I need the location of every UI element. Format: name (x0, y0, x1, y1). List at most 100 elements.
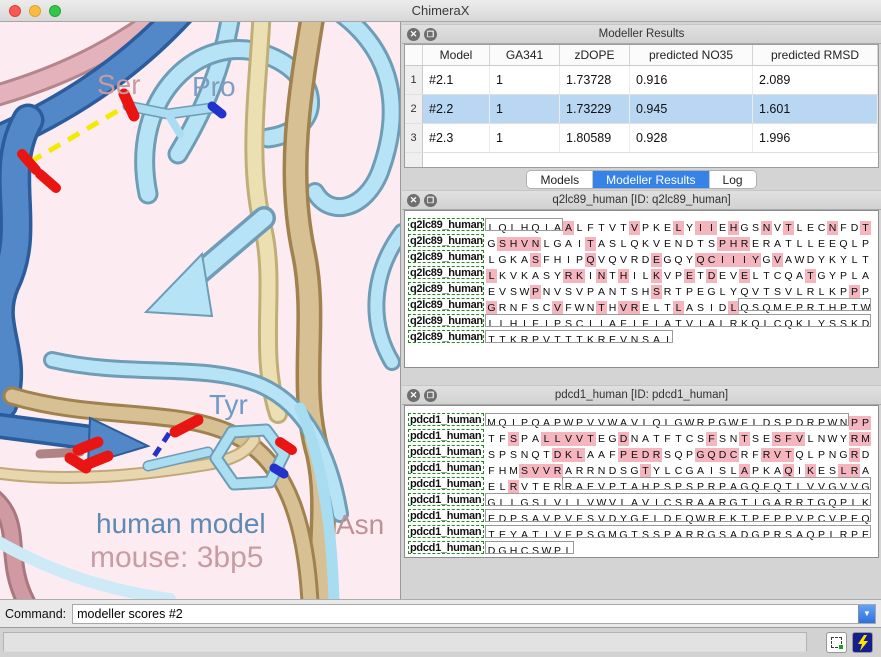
residue-cell[interactable]: V (794, 512, 805, 526)
residue-cell[interactable]: V (585, 496, 596, 510)
residue-cell[interactable]: V (552, 301, 563, 315)
close-icon[interactable]: ✕ (407, 389, 420, 402)
residue-cell[interactable]: R (695, 528, 706, 542)
residue-cell[interactable]: E (816, 237, 827, 251)
residue-cell[interactable]: A (541, 416, 552, 430)
column-header[interactable]: zDOPE (560, 45, 630, 65)
tab-modeller-results[interactable]: Modeller Results (593, 171, 709, 188)
residue-cell[interactable]: V (596, 512, 607, 526)
residue-cell[interactable]: F (574, 512, 585, 526)
sequence-row-label[interactable]: q2lc89_human (408, 250, 484, 263)
residue-cell[interactable]: Q (783, 317, 794, 331)
residue-cell[interactable]: V (519, 480, 530, 494)
residue-cell[interactable]: P (530, 333, 541, 347)
sequence-letters[interactable]: LQLHQIAALFTVTVPKELYIIEHGSNVTLECNFDT (486, 218, 871, 232)
table-cell[interactable]: 1.80589 (560, 124, 630, 152)
residue-cell[interactable]: I (541, 317, 552, 331)
residue-cell[interactable]: S (508, 432, 519, 446)
residue-cell[interactable]: K (574, 269, 585, 283)
residue-cell[interactable]: S (530, 496, 541, 510)
sequence-letters[interactable]: TTKRPVTTTKREVNSAI (486, 330, 673, 344)
residue-cell[interactable]: T (805, 496, 816, 510)
residue-cell[interactable]: T (530, 480, 541, 494)
residue-cell[interactable]: L (508, 221, 519, 235)
residue-cell[interactable]: Y (728, 285, 739, 299)
residue-cell[interactable]: R (563, 269, 574, 283)
residue-cell[interactable]: R (662, 285, 673, 299)
table-cell[interactable]: 1.73728 (560, 66, 630, 94)
residue-cell[interactable]: R (519, 333, 530, 347)
residue-cell[interactable]: D (860, 448, 871, 462)
residue-cell[interactable]: P (849, 416, 860, 430)
residue-cell[interactable]: C (684, 432, 695, 446)
residue-cell[interactable]: G (860, 480, 871, 494)
residue-cell[interactable]: E (805, 221, 816, 235)
table-cell[interactable]: #2.2 (423, 95, 490, 123)
residue-cell[interactable]: L (640, 416, 651, 430)
residue-cell[interactable]: H (497, 464, 508, 478)
residue-cell[interactable]: Q (739, 301, 750, 315)
residue-cell[interactable]: D (640, 253, 651, 267)
sequence-row-label[interactable]: q2lc89_human (408, 218, 484, 231)
residue-cell[interactable]: L (486, 253, 497, 267)
residue-cell[interactable]: V (629, 416, 640, 430)
residue-cell[interactable]: G (497, 253, 508, 267)
residue-cell[interactable]: V (618, 333, 629, 347)
residue-cell[interactable]: E (717, 269, 728, 283)
residue-cell[interactable]: Q (750, 317, 761, 331)
molecule-3d-viewport[interactable]: Ser Pro Tyr human model mouse: 3bp5 Asn (0, 22, 401, 599)
residue-cell[interactable]: E (739, 269, 750, 283)
residue-cell[interactable]: A (695, 496, 706, 510)
residue-cell[interactable]: D (761, 416, 772, 430)
residue-cell[interactable]: S (497, 237, 508, 251)
residue-cell[interactable]: P (849, 528, 860, 542)
residue-cell[interactable]: V (728, 269, 739, 283)
residue-cell[interactable]: F (497, 432, 508, 446)
residue-cell[interactable]: P (497, 448, 508, 462)
residue-cell[interactable]: R (629, 253, 640, 267)
residue-cell[interactable]: D (717, 301, 728, 315)
residue-cell[interactable]: H (640, 480, 651, 494)
residue-cell[interactable]: N (596, 464, 607, 478)
residue-cell[interactable]: C (519, 544, 530, 558)
residue-cell[interactable]: I (574, 237, 585, 251)
residue-cell[interactable]: V (596, 480, 607, 494)
residue-cell[interactable]: I (541, 221, 552, 235)
residue-cell[interactable]: T (673, 317, 684, 331)
sequence-letters[interactable]: GLLGSLVLLVWVLAVICSRAARGTIGARRTGQPLK (486, 493, 871, 507)
residue-cell[interactable]: P (684, 285, 695, 299)
residue-cell[interactable]: I (706, 464, 717, 478)
sequence-letters[interactable]: TFSPALLVVTEGDNATFTCSFSNTSESFVLNWYRM (486, 429, 871, 443)
residue-cell[interactable]: V (783, 285, 794, 299)
residue-cell[interactable]: E (783, 301, 794, 315)
residue-cell[interactable]: L (794, 480, 805, 494)
residue-cell[interactable]: S (783, 528, 794, 542)
residue-cell[interactable]: T (541, 448, 552, 462)
residue-cell[interactable]: P (618, 448, 629, 462)
residue-cell[interactable]: Y (684, 221, 695, 235)
sequence-row-label[interactable]: q2lc89_human (408, 266, 484, 279)
residue-cell[interactable]: S (519, 512, 530, 526)
residue-cell[interactable]: E (486, 285, 497, 299)
residue-cell[interactable]: N (596, 269, 607, 283)
residue-cell[interactable]: Q (805, 528, 816, 542)
minimize-window-button[interactable] (29, 5, 41, 17)
residue-cell[interactable]: T (596, 301, 607, 315)
residue-cell[interactable]: Q (794, 448, 805, 462)
float-panel-icon[interactable]: ❐ (424, 389, 437, 402)
close-icon[interactable]: ✕ (407, 28, 420, 41)
residue-cell[interactable]: P (530, 285, 541, 299)
sequence-row-label[interactable]: pdcd1_human (408, 429, 484, 442)
residue-cell[interactable]: A (563, 464, 574, 478)
residue-cell[interactable]: G (761, 496, 772, 510)
residue-cell[interactable]: V (684, 317, 695, 331)
residue-cell[interactable]: T (860, 253, 871, 267)
residue-cell[interactable]: R (783, 496, 794, 510)
residue-cell[interactable]: T (783, 221, 794, 235)
residue-cell[interactable]: C (541, 301, 552, 315)
residue-cell[interactable]: A (563, 237, 574, 251)
residue-cell[interactable]: S (717, 432, 728, 446)
residue-cell[interactable]: L (849, 269, 860, 283)
residue-cell[interactable]: A (794, 528, 805, 542)
residue-cell[interactable]: T (662, 301, 673, 315)
